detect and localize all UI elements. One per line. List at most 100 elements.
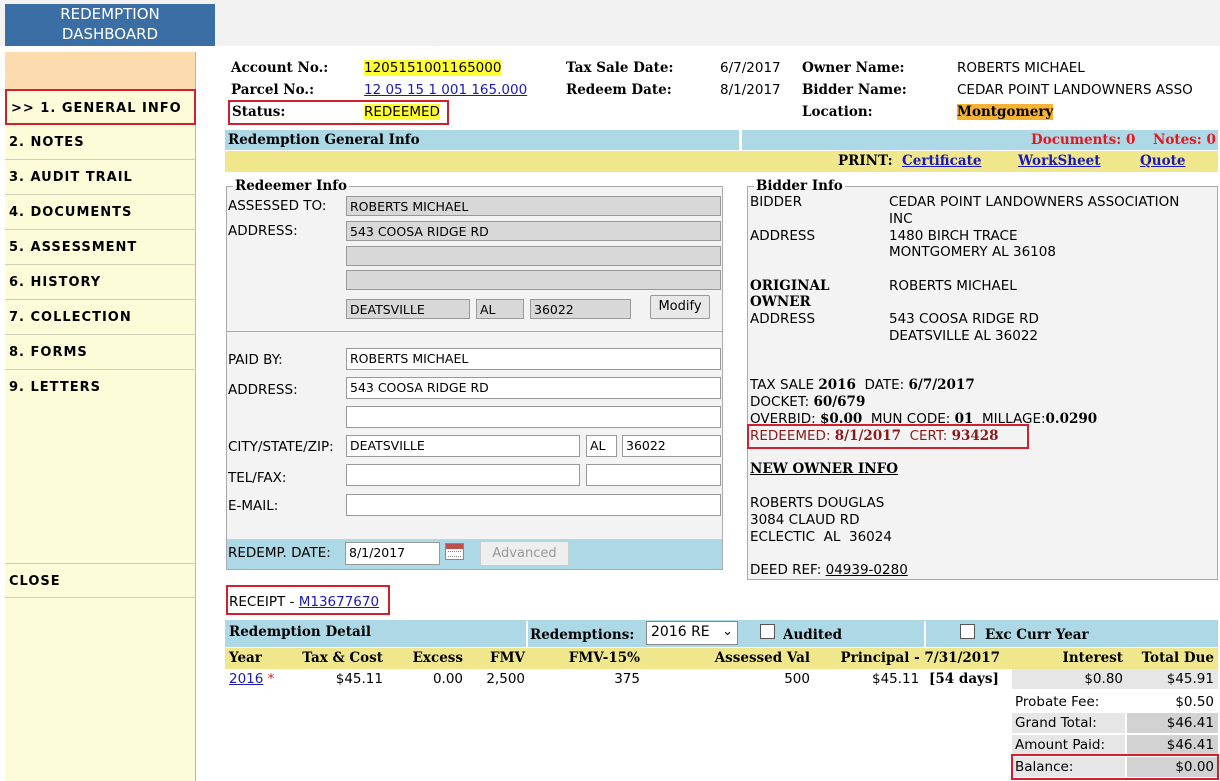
redemption-detail-title: Redemption Detail [229, 624, 371, 640]
bidder-name-label: Bidder Name: [802, 82, 907, 98]
new-owner-address2: ECLECTIC AL 36024 [750, 529, 892, 545]
dashboard-title-line2: DASHBOARD [61, 25, 159, 43]
bidder-address-line1: 1480 BIRCH TRACE [889, 228, 1018, 244]
new-owner-name: ROBERTS DOUGLAS [750, 495, 885, 511]
section-title: Redemption General Info [228, 132, 420, 148]
bidder-name-value: CEDAR POINT LANDOWNERS ASSO [957, 82, 1193, 98]
redeem-date-label: Redeem Date: [566, 82, 672, 98]
sidebar-item-collection[interactable]: 7. COLLECTION [5, 300, 196, 335]
print-worksheet-link[interactable]: WorkSheet [1018, 153, 1101, 169]
deed-ref-line: DEED REF: 04939-0280 [750, 562, 908, 578]
audited-checkbox[interactable] [760, 624, 775, 639]
bidder-name-line2: INC [889, 211, 913, 227]
account-value: 1205151001165000 [364, 60, 502, 76]
parcel-link[interactable]: 12 05 15 1 001 165.000 [364, 82, 527, 98]
original-address-line2: DEATSVILLE AL 36022 [889, 328, 1039, 344]
assessed-zip-field[interactable]: 36022 [530, 299, 631, 319]
amount-paid-label: Amount Paid: [1015, 737, 1106, 753]
col-tax-cost: Tax & Cost [302, 650, 383, 666]
paid-by-field[interactable]: ROBERTS MICHAEL [346, 348, 721, 370]
tel-field[interactable] [346, 464, 580, 486]
paid-zip-field[interactable]: 36022 [622, 435, 721, 457]
redeemer-info-legend: Redeemer Info [235, 178, 348, 194]
advanced-button[interactable]: Advanced [480, 541, 569, 566]
paid-address-line2[interactable] [346, 406, 721, 428]
bidder-address-line2: MONTGOMERY AL 36108 [889, 244, 1056, 260]
location-label: Location: [802, 104, 873, 120]
assessed-city-field[interactable]: DEATSVILLE [346, 299, 470, 319]
tax-sale-date-label: Tax Sale Date: [566, 60, 674, 76]
assessed-address-line1[interactable]: 543 COOSA RIDGE RD [346, 221, 721, 241]
email-field[interactable] [346, 494, 721, 516]
print-quote-link[interactable]: Quote [1140, 153, 1185, 169]
row-tax-cost: $45.11 [335, 671, 383, 687]
section-bar-right [742, 130, 1218, 150]
original-address-label: ADDRESS [750, 311, 816, 327]
row-year: 2016 * [229, 671, 274, 687]
sidebar-close[interactable]: CLOSE [5, 563, 196, 598]
modify-button[interactable]: Modify [650, 295, 710, 319]
assessed-address-line2[interactable] [346, 246, 721, 266]
redemptions-select[interactable]: 2016 RE ⌄ [646, 621, 738, 645]
col-principal: Principal - 7/31/2017 [840, 650, 1001, 666]
probate-fee-value: $0.50 [1175, 694, 1214, 710]
email-label: E-MAIL: [228, 498, 279, 514]
redeem-date-value: 8/1/2017 [720, 82, 781, 98]
assessed-to-field[interactable]: ROBERTS MICHAEL [346, 196, 721, 216]
balance-highlight-box [1011, 754, 1219, 780]
print-certificate-link[interactable]: Certificate [902, 153, 981, 169]
exc-curr-year-checkbox[interactable] [960, 624, 975, 639]
original-owner-label-line2: OWNER [750, 294, 811, 310]
location-value: Montgomery [957, 104, 1054, 120]
dashboard-title-line1: REDEMPTION [60, 5, 160, 23]
sidebar-item-documents[interactable]: 4. DOCUMENTS [5, 195, 196, 230]
tel-fax-label: TEL/FAX: [228, 470, 287, 486]
fax-field[interactable] [586, 464, 721, 486]
original-owner-value: ROBERTS MICHAEL [889, 278, 1017, 294]
status-label: Status: [232, 104, 286, 120]
redeemed-date: 8/1/2017 [834, 428, 902, 444]
sidebar-item-general-info[interactable]: >> 1. GENERAL INFO [5, 89, 196, 125]
row-excess: 0.00 [432, 671, 463, 687]
col-year: Year [229, 650, 262, 666]
bidder-info-legend: Bidder Info [756, 178, 843, 194]
sidebar-item-history[interactable]: 6. HISTORY [5, 265, 196, 300]
original-owner-label-line1: ORIGINAL [750, 278, 830, 294]
print-label: PRINT: [838, 153, 893, 169]
tax-sale-date-value: 6/7/2017 [720, 60, 781, 76]
row-fmv: 2,500 [486, 671, 525, 687]
millage-value: 0.0290 [1045, 411, 1098, 427]
tax-sale-date: 6/7/2017 [908, 377, 975, 393]
sidebar-item-forms[interactable]: 8. FORMS [5, 335, 196, 370]
new-owner-address1: 3084 CLAUD RD [750, 512, 860, 528]
docket-value: 60/679 [813, 394, 866, 410]
col-excess: Excess [412, 650, 463, 666]
assessed-state-field[interactable]: AL [476, 299, 524, 319]
original-address-line1: 543 COOSA RIDGE RD [889, 311, 1039, 327]
sidebar-item-assessment[interactable]: 5. ASSESSMENT [5, 230, 196, 265]
paid-state-field[interactable]: AL [586, 435, 617, 457]
row-total-due: $45.91 [1166, 671, 1214, 687]
year-link[interactable]: 2016 [229, 671, 263, 687]
assessed-address-line3[interactable] [346, 270, 721, 290]
receipt-link[interactable]: M13677670 [299, 594, 379, 610]
col-interest: Interest [1062, 650, 1124, 666]
calendar-icon[interactable] [445, 543, 464, 560]
paid-city-field[interactable]: DEATSVILLE [346, 435, 580, 457]
redemp-date-field[interactable]: 8/1/2017 [345, 542, 440, 565]
detail-bar-separator-2 [924, 621, 926, 647]
deed-ref-link[interactable]: 04939-0280 [826, 562, 908, 578]
sidebar-item-notes[interactable]: 2. NOTES [5, 125, 196, 160]
tax-sale-line: TAX SALE 2016 DATE: 6/7/2017 [750, 377, 975, 393]
redemptions-label: Redemptions: [530, 627, 635, 643]
chevron-down-icon: ⌄ [722, 624, 733, 639]
sidebar-item-audit-trail[interactable]: 3. AUDIT TRAIL [5, 160, 196, 195]
assessed-address-label: ADDRESS: [228, 223, 298, 239]
row-days: [54 days] [929, 671, 999, 687]
sidebar-item-letters[interactable]: 9. LETTERS [5, 370, 196, 405]
parcel-label: Parcel No.: [231, 82, 315, 98]
exc-curr-year-label: Exc Curr Year [985, 627, 1089, 643]
receipt-line: RECEIPT - M13677670 [229, 594, 380, 610]
paid-address-line1[interactable]: 543 COOSA RIDGE RD [346, 377, 721, 399]
bidder-label: BIDDER [750, 194, 802, 210]
